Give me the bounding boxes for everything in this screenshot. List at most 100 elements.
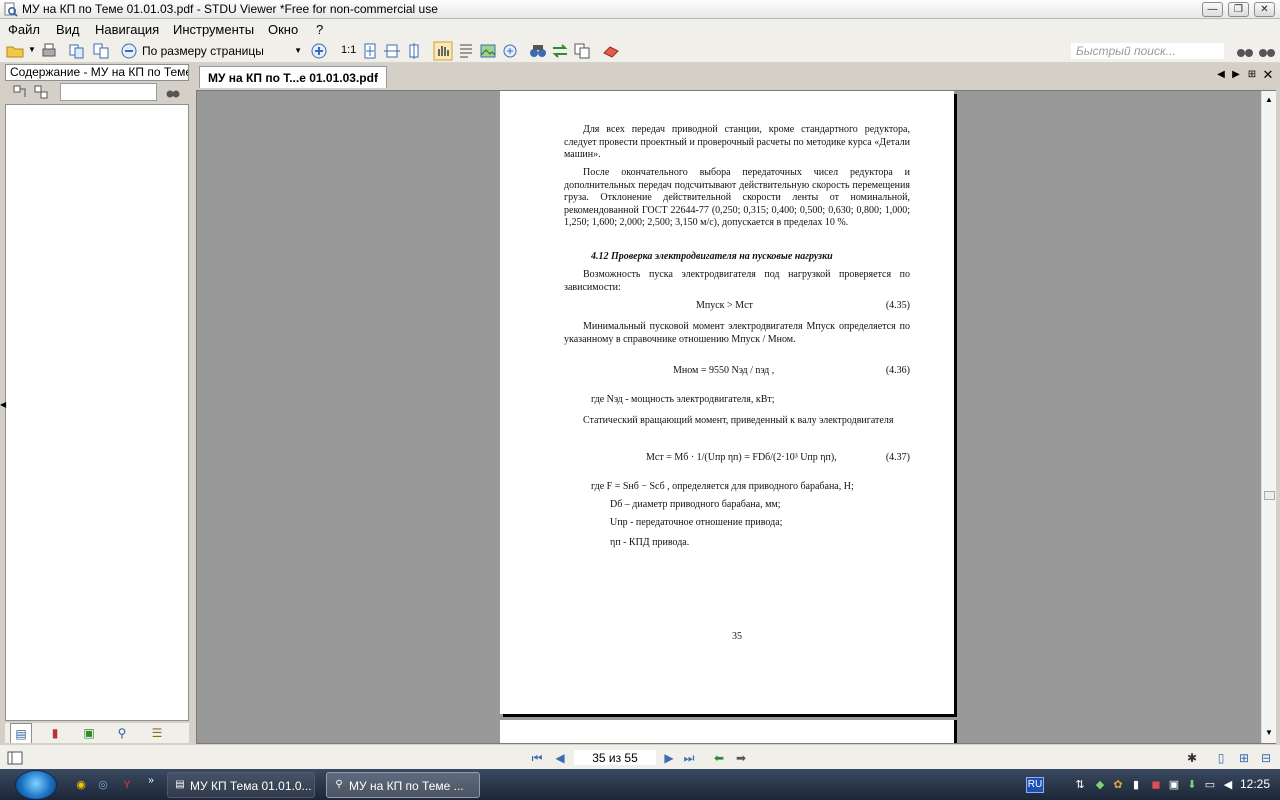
last-page-icon[interactable]: ⏭ [681, 750, 697, 766]
page-number: 35 [732, 631, 742, 642]
pdf-page: Для всех передач приводной станции, кром… [500, 91, 954, 714]
alert-icon[interactable]: ◼ [1148, 777, 1164, 793]
menu-view[interactable]: Вид [56, 22, 80, 37]
tab-close-icon[interactable]: ✕ [1261, 67, 1275, 83]
title-bar: МУ на КП по Теме 01.01.03.pdf - STDU Vie… [0, 0, 1280, 19]
equation-4-35: Мпуск > Мст [696, 300, 753, 311]
print-icon[interactable] [40, 42, 58, 60]
copy-icon[interactable] [573, 42, 591, 60]
fit-height-icon[interactable] [405, 42, 423, 60]
browser-icon[interactable]: ◎ [95, 777, 111, 793]
definition-line: где F = Sнб − Sсб , определяется для при… [591, 481, 854, 492]
quicklaunch-more-icon[interactable]: » [143, 773, 159, 789]
single-page-view-icon[interactable]: ▯ [1213, 750, 1229, 766]
text-select-icon[interactable] [457, 42, 475, 60]
sync-icon[interactable] [551, 42, 569, 60]
scroll-up-icon[interactable]: ▲ [1265, 95, 1273, 104]
expand-tree-icon[interactable] [12, 84, 28, 100]
zoom-mode-select[interactable]: По размеру страницы ▼ [142, 42, 306, 60]
zoom-out-icon[interactable] [120, 42, 138, 60]
menu-tools[interactable]: Инструменты [173, 22, 254, 37]
tab-scroll-left-icon[interactable]: ◀ [1214, 67, 1228, 83]
two-page-view-icon[interactable]: ⊞ [1236, 750, 1252, 766]
tab-scroll-right-icon[interactable]: ▶ [1229, 67, 1243, 83]
sidebar-tabs: ▤ ▮ ▣ ⚲ ☰ [5, 723, 189, 743]
zoom-region-icon[interactable] [501, 42, 519, 60]
previous-page-icon[interactable]: ◀ [552, 750, 568, 766]
first-page-icon[interactable]: ⏮ [529, 750, 545, 766]
menu-help[interactable]: ? [316, 22, 323, 37]
taskbar-item-document-1[interactable]: ▤ МУ КП Тема 01.01.0... [167, 772, 315, 798]
restore-button[interactable]: ❐ [1228, 2, 1249, 17]
thumbnails-tab-icon[interactable]: ▣ [78, 723, 100, 743]
mouse-cursor-icon: ✱ [1186, 751, 1198, 765]
vertical-scrollbar[interactable]: ▲ ▼ [1261, 91, 1276, 743]
tab-list-icon[interactable]: ⊞ [1245, 67, 1259, 83]
signal-icon[interactable]: ▮ [1128, 777, 1144, 793]
next-page-icon[interactable]: ▶ [661, 750, 677, 766]
clock[interactable]: 12:25 [1240, 777, 1270, 791]
minimize-button[interactable]: — [1202, 2, 1223, 17]
fit-width-icon[interactable] [383, 42, 401, 60]
update-icon[interactable]: ⬇ [1184, 777, 1200, 793]
paragraph: Для всех передач приводной станции, кром… [564, 124, 910, 160]
tab-document[interactable]: МУ на КП по Т...е 01.01.03.pdf [199, 66, 387, 88]
stdu-viewer-icon: ⚲ [335, 779, 343, 790]
equation-4-37: Мст = Мб · 1/(Uпр ηп) = FDб/(2·10³ Uпр η… [646, 452, 837, 463]
find-previous-icon[interactable] [1236, 42, 1254, 60]
paragraph: После окончательного выбора передаточных… [564, 167, 910, 228]
forward-icon[interactable]: ➡ [733, 750, 749, 766]
search-tab-icon[interactable]: ⚲ [111, 723, 133, 743]
paragraph: Минимальный пусковой момент электродвига… [564, 321, 910, 345]
contents-panel-header[interactable]: Содержание - МУ на КП по Теме 01.01.03.p… [5, 64, 189, 81]
start-button[interactable] [15, 770, 57, 800]
image-select-icon[interactable] [479, 42, 497, 60]
open-folder-icon[interactable] [6, 43, 24, 59]
definition-line: Uпр - передаточное отношение привода; [610, 517, 783, 528]
toggle-sidebar-icon[interactable] [7, 750, 23, 766]
find-next-icon[interactable] [1258, 42, 1276, 60]
fit-page-icon[interactable] [361, 42, 379, 60]
menu-navigation[interactable]: Навигация [95, 22, 159, 37]
menu-window[interactable]: Окно [268, 22, 298, 37]
collapse-tree-icon[interactable] [33, 84, 49, 100]
notes-tab-icon[interactable]: ☰ [146, 723, 168, 743]
open-dropdown-icon[interactable]: ▼ [28, 45, 36, 54]
continuous-view-icon[interactable]: ⊟ [1258, 750, 1274, 766]
copy-page-icon[interactable] [68, 42, 86, 60]
contents-search-input[interactable] [60, 83, 157, 101]
yandex-icon[interactable]: Y [119, 777, 135, 793]
hand-tool-icon[interactable] [433, 41, 453, 61]
chrome-icon[interactable]: ◉ [73, 777, 89, 793]
page-number-field[interactable]: 35 из 55 [573, 749, 657, 766]
section-heading: 4.12 Проверка электродвигателя на пусков… [591, 251, 833, 262]
paragraph: Возможность пуска электродвигателя под н… [564, 269, 910, 293]
paragraph: где Nэд - мощность электродвигателя, кВт… [591, 394, 775, 405]
select-page-icon[interactable] [92, 42, 110, 60]
bookmarks-tab-icon[interactable]: ▮ [44, 723, 66, 743]
shield-icon[interactable]: ◆ [1092, 777, 1108, 793]
close-button[interactable]: ✕ [1254, 2, 1275, 17]
taskbar-item-stdu-viewer[interactable]: ⚲ МУ на КП по Теме ... [326, 772, 480, 798]
document-viewer[interactable]: Для всех передач приводной станции, кром… [196, 90, 1276, 744]
zoom-in-icon[interactable] [310, 42, 328, 60]
actual-size-button[interactable]: 1:1 [341, 44, 356, 56]
volume-icon[interactable]: ◀ [1220, 777, 1236, 793]
contents-find-icon[interactable] [165, 84, 181, 100]
definition-line: ηп - КПД привода. [610, 537, 690, 548]
scroll-down-icon[interactable]: ▼ [1265, 728, 1273, 737]
device-icon[interactable]: ▣ [1166, 777, 1182, 793]
quick-search-input[interactable]: Быстрый поиск... [1070, 42, 1225, 60]
find-icon[interactable] [529, 42, 547, 60]
panel-splitter-icon[interactable]: ◀ [0, 400, 6, 409]
network-icon[interactable]: ⇅ [1072, 777, 1088, 793]
monitor-icon[interactable]: ▭ [1202, 777, 1218, 793]
language-indicator[interactable]: RU [1026, 777, 1044, 793]
scroll-thumb[interactable] [1264, 491, 1275, 500]
contents-tab-icon[interactable]: ▤ [10, 723, 32, 743]
menu-file[interactable]: Файл [8, 22, 40, 37]
back-icon[interactable]: ⬅ [711, 750, 727, 766]
contents-tree[interactable] [5, 104, 189, 721]
app-tray-icon[interactable]: ✿ [1110, 777, 1126, 793]
eraser-icon[interactable] [602, 42, 620, 60]
